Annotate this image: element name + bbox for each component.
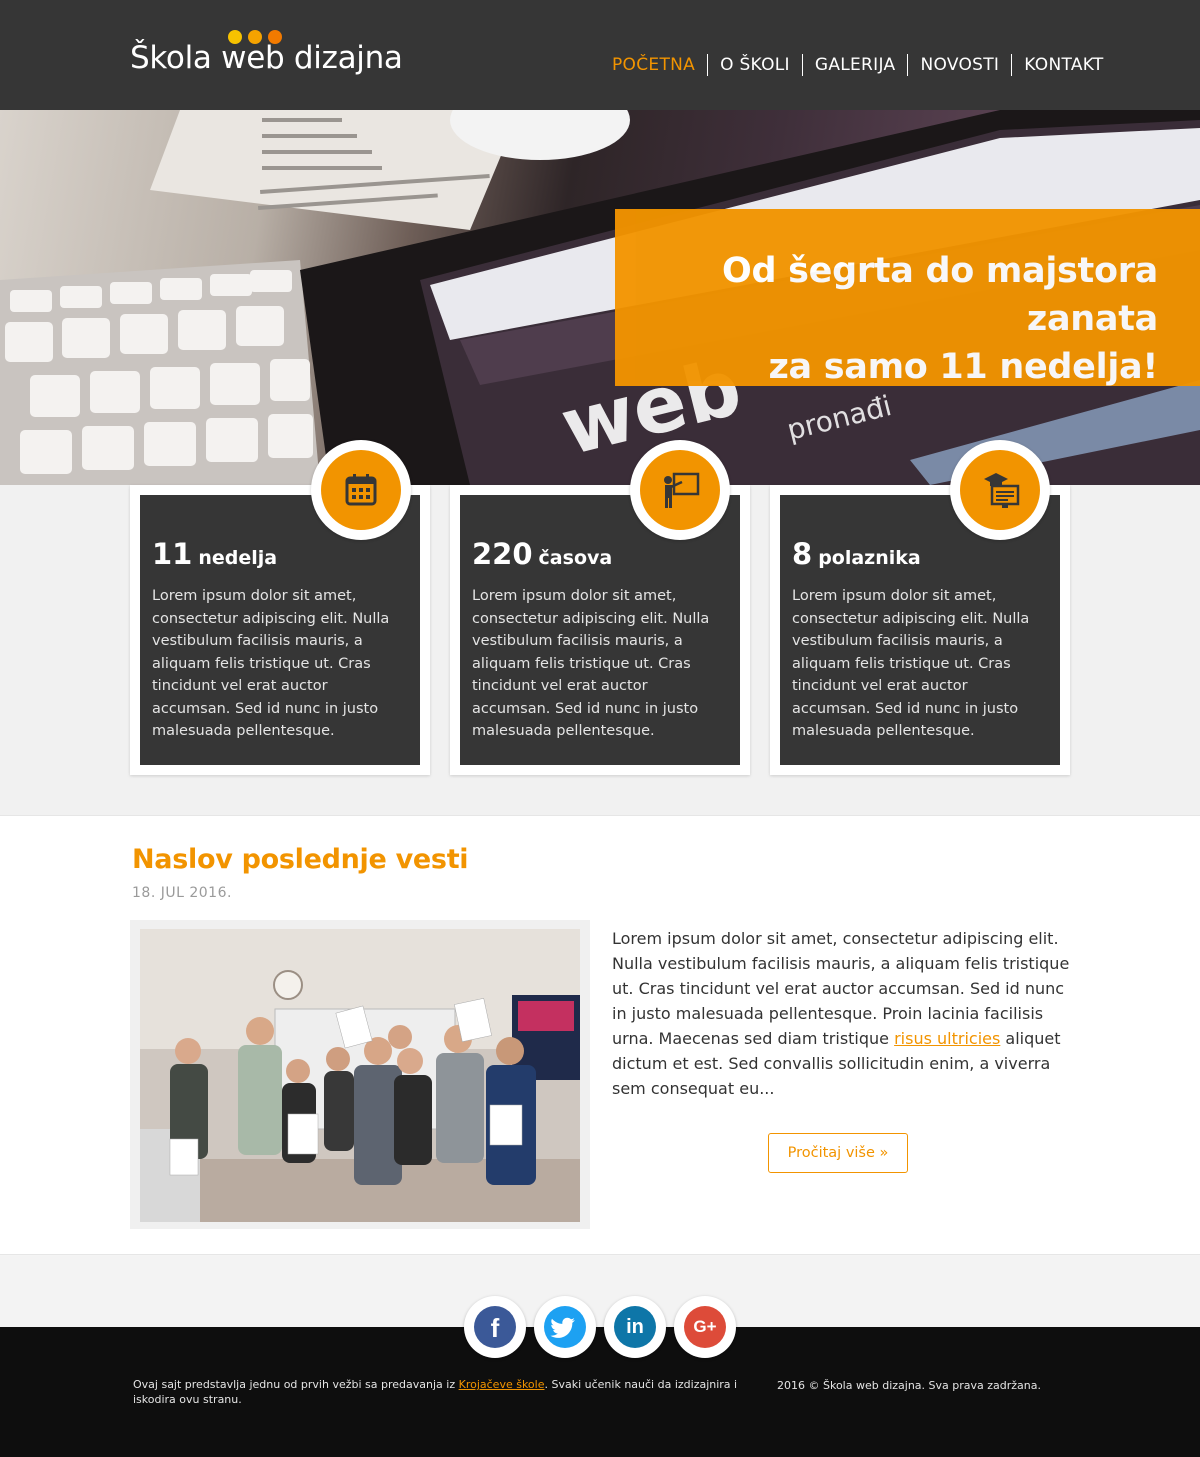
news-date: 18. JUL 2016. bbox=[132, 885, 232, 901]
twitter-glyph bbox=[544, 1306, 586, 1348]
feature-heading: 8 polaznika bbox=[792, 537, 921, 571]
facebook-icon[interactable]: f bbox=[464, 1296, 526, 1358]
twitter-bird-icon bbox=[550, 1317, 575, 1338]
news-excerpt: Lorem ipsum dolor sit amet, consectetur … bbox=[612, 929, 1070, 1098]
hero-headline-line-1: Od šegrta do majstora zanata bbox=[722, 251, 1158, 339]
nav-item-kontakt[interactable]: KONTAKT bbox=[1011, 54, 1115, 76]
footer-copyright: 2016 © Škola web dizajna. Sva prava zadr… bbox=[777, 1379, 1041, 1392]
site-header: Škola web dizajna POČETNA O ŠKOLI GALERI… bbox=[0, 0, 1200, 110]
feature-card-hours: 220 časova Lorem ipsum dolor sit amet, co… bbox=[450, 440, 750, 775]
features-section: 11 nedelja Lorem ipsum dolor sit amet, co… bbox=[0, 440, 1200, 815]
nav-item-pocetna[interactable]: POČETNA bbox=[600, 54, 707, 76]
feature-icon-badge bbox=[630, 440, 730, 540]
teacher-board-icon bbox=[664, 472, 700, 508]
read-more-button[interactable]: Pročitaj više » bbox=[768, 1133, 908, 1173]
feature-number: 8 bbox=[792, 537, 813, 571]
news-title[interactable]: Naslov poslednje vesti bbox=[132, 844, 469, 875]
feature-unit: časova bbox=[538, 547, 613, 569]
logo-text: Škola web dizajna bbox=[130, 40, 403, 76]
hero-banner: Od šegrta do majstora zanata za samo 11 … bbox=[615, 209, 1200, 387]
graduate-monitor-icon bbox=[984, 473, 1020, 508]
hero-section: web pronađi Od šegrta do majstora zanata… bbox=[0, 110, 1200, 485]
feature-description: Lorem ipsum dolor sit amet, consectetur … bbox=[152, 588, 390, 739]
feature-heading: 11 nedelja bbox=[152, 537, 277, 571]
feature-number: 11 bbox=[152, 537, 193, 571]
feature-icon-badge bbox=[950, 440, 1050, 540]
latest-news-section: Naslov poslednje vesti 18. JUL 2016. Lor… bbox=[0, 815, 1200, 1255]
footer-description: Ovaj sajt predstavlja jednu od prvih vež… bbox=[133, 1378, 738, 1406]
footer-school-link[interactable]: Krojačeve škole bbox=[459, 1378, 545, 1391]
calendar-icon bbox=[345, 474, 377, 506]
twitter-icon[interactable] bbox=[534, 1296, 596, 1358]
linkedin-glyph: in bbox=[614, 1306, 656, 1348]
nav-item-o-skoli[interactable]: O ŠKOLI bbox=[707, 54, 802, 76]
feature-description: Lorem ipsum dolor sit amet, consectetur … bbox=[792, 588, 1030, 739]
google-plus-glyph: G+ bbox=[684, 1306, 726, 1348]
news-photo[interactable] bbox=[140, 929, 580, 1222]
facebook-glyph: f bbox=[474, 1306, 516, 1348]
feature-unit: nedelja bbox=[198, 547, 278, 569]
google-plus-icon[interactable]: G+ bbox=[674, 1296, 736, 1358]
news-inline-link[interactable]: risus ultricies bbox=[894, 1029, 1000, 1048]
nav-item-galerija[interactable]: GALERIJA bbox=[801, 54, 908, 76]
social-strip bbox=[0, 1256, 1200, 1327]
feature-description: Lorem ipsum dolor sit amet, consectetur … bbox=[472, 588, 710, 739]
feature-heading: 220 časova bbox=[472, 537, 612, 571]
news-photo-frame bbox=[130, 920, 590, 1229]
main-nav: POČETNA O ŠKOLI GALERIJA NOVOSTI KONTAKT bbox=[600, 54, 1116, 76]
linkedin-icon[interactable]: in bbox=[604, 1296, 666, 1358]
feature-card-weeks: 11 nedelja Lorem ipsum dolor sit amet, co… bbox=[130, 440, 430, 775]
nav-item-novosti[interactable]: NOVOSTI bbox=[907, 54, 1011, 76]
feature-number: 220 bbox=[472, 537, 533, 571]
feature-card-students: 8 polaznika Lorem ipsum dolor sit amet, c… bbox=[770, 440, 1070, 775]
feature-icon-badge bbox=[311, 440, 411, 540]
feature-unit: polaznika bbox=[818, 547, 921, 569]
hero-headline-line-2: za samo 11 nedelja! bbox=[768, 347, 1158, 387]
